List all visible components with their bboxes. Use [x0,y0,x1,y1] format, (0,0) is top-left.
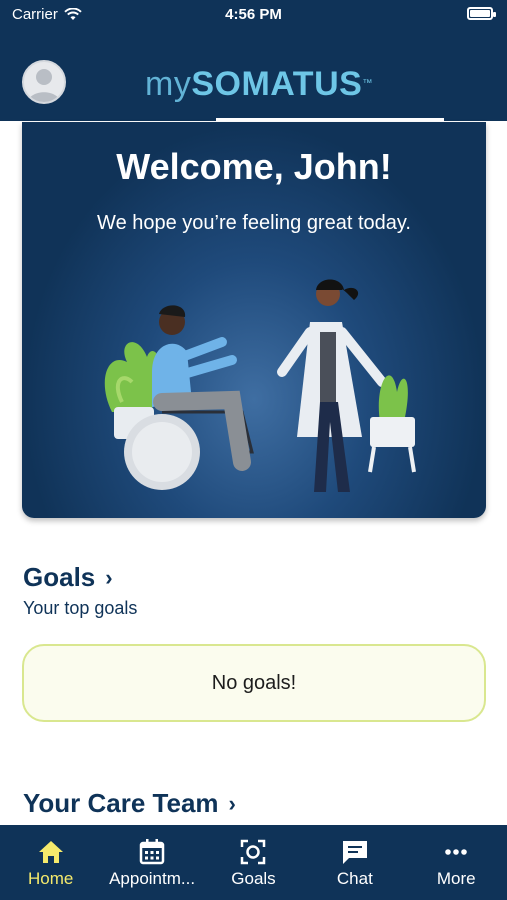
welcome-subtitle: We hope you’re feeling great today. [97,212,411,234]
plant-right-icon [368,375,416,473]
tab-home[interactable]: Home [0,825,101,900]
avatar[interactable] [22,60,66,104]
tab-chat-label: Chat [336,869,373,888]
goals-empty-text: No goals! [211,671,297,694]
tab-goals-label: Goals [231,869,276,888]
goals-empty-card: No goals! [22,644,486,722]
tab-appointments[interactable]: Appointm... [101,825,202,900]
welcome-card: Welcome, John! We hope you’re feeling gr… [22,122,486,518]
doctor-icon [277,279,387,492]
care-team-heading[interactable]: Your Care Team › [23,788,236,819]
tab-home-label: Home [28,869,74,888]
goals-title: Goals [23,562,96,592]
tab-more[interactable]: More [406,825,507,900]
tab-more-label: More [436,869,476,888]
chevron-right-icon: › [105,564,113,590]
app-header: Carrier 4:56 PM mySOMATUS™ [0,0,507,118]
chevron-right-icon: › [228,790,236,816]
care-team-title: Your Care Team [23,788,219,818]
status-bar: Carrier 4:56 PM [0,0,507,30]
welcome-title: Welcome, John! [116,146,392,187]
goals-subtitle: Your top goals [23,598,138,618]
tab-appointments-label: Appointm... [109,869,196,888]
chat-icon [342,841,367,864]
calendar-icon [139,839,165,865]
app-logo: mySOMATUS™ [145,65,373,103]
scroll-indicator [216,118,444,121]
goals-heading[interactable]: Goals › [23,562,113,593]
tab-chat[interactable]: Chat [304,825,405,900]
person-icon [28,69,60,102]
doctor-patient-illustration [104,279,416,492]
bottom-tab-bar: Home Appointm... Goals Chat More [0,825,507,900]
status-time: 4:56 PM [225,6,282,23]
tab-goals[interactable]: Goals [203,825,304,900]
home-icon [38,841,63,863]
more-icon [445,849,468,855]
battery-icon [467,7,496,20]
header-divider [0,118,507,121]
goals-scan-icon [241,839,266,865]
